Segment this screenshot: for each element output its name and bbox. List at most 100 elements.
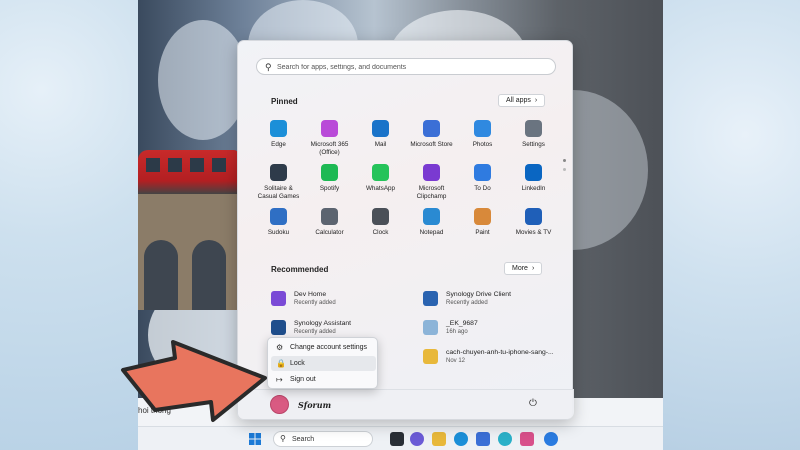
recommended-item-name: Synology Drive Client [446,290,511,298]
recommended-item-subtitle: 16h ago [446,328,468,335]
menu-item-lock[interactable]: 🔒 Lock [271,356,376,371]
pinned-app-paint[interactable]: Paint [457,208,508,252]
annotation-arrow-icon [121,340,267,422]
pinned-app-label: Movies & TV [515,229,552,236]
more-button[interactable]: More › [504,262,543,275]
taskbar-zalo-icon[interactable] [544,432,558,446]
taskbar-photos-icon[interactable] [520,432,534,446]
pinned-app-label: Calculator [315,229,344,236]
pinned-app-spotify[interactable]: Spotify [304,164,355,208]
linkedin-icon [525,164,542,181]
pinned-app-todo[interactable]: To Do [457,164,508,208]
menu-item-change-account-settings[interactable]: ⚙ Change account settings [271,340,376,355]
pinned-app-photos[interactable]: Photos [457,120,508,164]
recommended-item-subtitle: Recently added [294,299,336,306]
task-view-icon[interactable] [390,432,404,446]
recommended-item[interactable]: Synology Drive Client Recently added [423,287,573,309]
pinned-app-label: Photos [472,141,493,148]
all-apps-label: All apps [506,97,531,104]
page-dot[interactable] [563,168,566,171]
recommended-item[interactable]: _EK_9687 16h ago [423,316,573,338]
image-file-icon [423,319,438,335]
pinned-app-notepad[interactable]: Notepad [406,208,457,252]
pinned-app-label: Clock [372,229,389,236]
search-icon: ⚲ [280,434,286,443]
pinned-app-label: To Do [474,185,491,192]
pinned-app-settings[interactable]: Settings [508,120,559,164]
all-apps-button[interactable]: All apps › [498,94,546,107]
recommended-item-subtitle: Nov 12 [446,357,466,364]
pinned-app-edge[interactable]: Edge [253,120,304,164]
user-name[interactable]: Sforum [298,400,331,410]
start-search-input[interactable] [277,61,547,73]
start-search-box[interactable]: ⚲ [256,58,556,75]
pinned-app-mail[interactable]: Mail [355,120,406,164]
search-icon: ⚲ [265,62,272,72]
store-icon [423,120,440,137]
recommended-item-name: Dev Home [294,290,327,298]
pinned-app-label: WhatsApp [365,185,396,192]
folder-icon [423,348,438,364]
page-dot[interactable] [563,159,566,162]
menu-item-label: Sign out [290,376,316,383]
paint-icon [474,208,491,225]
power-icon[interactable]: ⏻ [529,398,537,409]
file-explorer-icon[interactable] [432,432,446,446]
pinned-app-whatsapp[interactable]: WhatsApp [355,164,406,208]
pinned-app-movies[interactable]: Movies & TV [508,208,559,252]
recommended-item-subtitle: Recently added [294,328,336,335]
pinned-app-clipchamp[interactable]: Microsoft Clipchamp [406,164,457,208]
recommended-item[interactable]: Synology Assistant Recently added [271,316,421,338]
notepad-icon [423,208,440,225]
pinned-app-label: LinkedIn [521,185,546,192]
pinned-app-linkedin[interactable]: LinkedIn [508,164,559,208]
chevron-right-icon: › [534,97,538,104]
whatsapp-icon [372,164,389,181]
background-right [663,0,800,450]
pinned-app-label: Spotify [319,185,340,192]
pinned-app-calculator[interactable]: Calculator [304,208,355,252]
taskbar-search-label: Search [292,436,315,443]
dev-home-icon [271,290,286,306]
pinned-app-store[interactable]: Microsoft Store [406,120,457,164]
todo-icon [474,164,491,181]
recommended-item[interactable]: Dev Home Recently added [271,287,421,309]
photos-icon [474,120,491,137]
account-context-menu: ⚙ Change account settings 🔒 Lock ↦ Sign … [267,337,378,389]
pinned-app-clock[interactable]: Clock [355,208,406,252]
movies-icon [525,208,542,225]
pinned-app-office[interactable]: Microsoft 365 (Office) [304,120,355,164]
recommended-item-name: Synology Assistant [294,319,352,327]
recommended-item-name: cach-chuyen-anh-tu-iphone-sang-... [446,348,554,356]
pinned-app-label: Microsoft Clipchamp [416,185,447,200]
menu-item-label: Change account settings [290,344,368,351]
recommended-title: Recommended [271,265,329,274]
pinned-app-label: Settings [522,141,545,148]
calculator-icon [321,208,338,225]
mail-icon [372,120,389,137]
pinned-app-solitaire[interactable]: Solitaire & Casual Games [253,164,304,208]
recommended-item[interactable]: cach-chuyen-anh-tu-iphone-sang-... Nov 12 [423,345,573,367]
menu-item-label: Lock [290,360,305,367]
start-footer: Sforum ⏻ [238,389,574,419]
solitaire-icon [270,164,287,181]
taskbar-search[interactable]: ⚲ Search [273,431,373,447]
edge-icon [270,120,287,137]
pinned-app-label: Mail [374,141,387,148]
menu-item-sign-out[interactable]: ↦ Sign out [271,372,376,387]
taskbar-edge-beta-icon[interactable] [498,432,512,446]
clipchamp-icon [423,164,440,181]
taskbar-store-icon[interactable] [476,432,490,446]
pinned-app-sudoku[interactable]: Sudoku [253,208,304,252]
windows-start-icon[interactable] [248,432,262,446]
taskbar-edge-icon[interactable] [454,432,468,446]
pinned-app-label: Notepad [419,229,444,236]
synology-drive-icon [423,290,438,306]
pinned-app-label: Microsoft 365 (Office) [310,141,349,156]
page-indicator[interactable] [563,159,567,177]
chat-icon[interactable] [410,432,424,446]
settings-icon [525,120,542,137]
pinned-app-label: Paint [475,229,490,236]
pinned-apps-grid: Edge Microsoft 365 (Office) Mail Microsoft … [253,120,559,252]
pinned-app-label: Sudoku [267,229,290,236]
